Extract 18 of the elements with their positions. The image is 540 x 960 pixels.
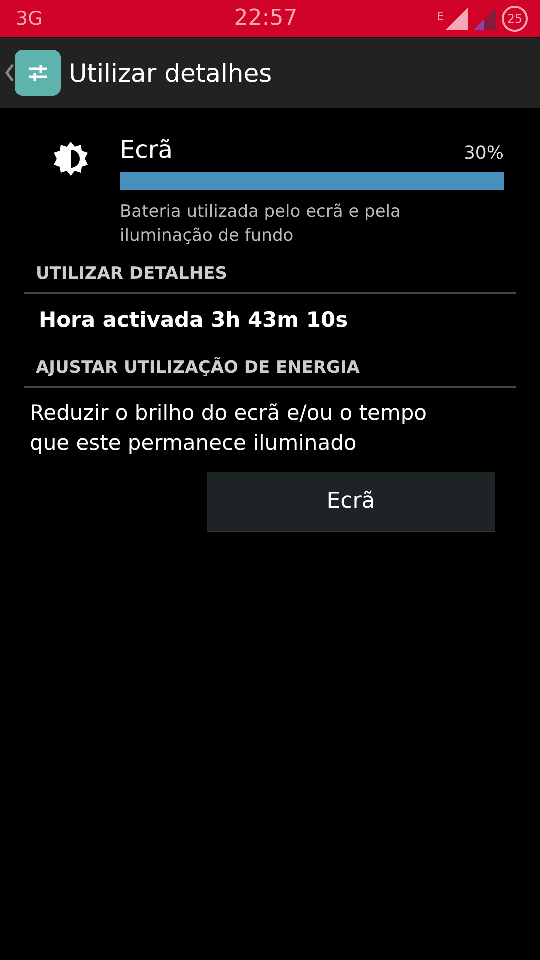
app-icon[interactable]	[15, 50, 61, 96]
usage-percent: 30%	[464, 143, 504, 164]
time-on-text: Hora activada 3h 43m 10s	[38, 307, 350, 334]
section-header: UTILIZAR DETALHES	[24, 264, 516, 294]
screen-title: Utilizar detalhes	[69, 58, 272, 88]
usage-description: Bateria utilizada pelo ecrã e pela iluminação de fundo	[120, 201, 402, 248]
screen-settings-button[interactable]: Ecrã	[207, 472, 495, 532]
battery-level: 25	[502, 6, 528, 32]
usage-name: Ecrã	[120, 136, 173, 164]
clock: 22:57	[233, 6, 299, 31]
network-type: 3G	[16, 8, 44, 30]
back-icon[interactable]	[5, 63, 15, 83]
signal-icon	[474, 8, 496, 30]
section-header: AJUSTAR UTILIZAÇÃO DE ENERGIA	[24, 358, 516, 388]
data-type: E	[437, 10, 444, 22]
brightness-icon	[52, 140, 90, 178]
signal-icon	[446, 8, 468, 30]
advice-text: Reduzir o brilho do ecrã e/ou o tempo que este permanece iluminado	[29, 400, 428, 457]
